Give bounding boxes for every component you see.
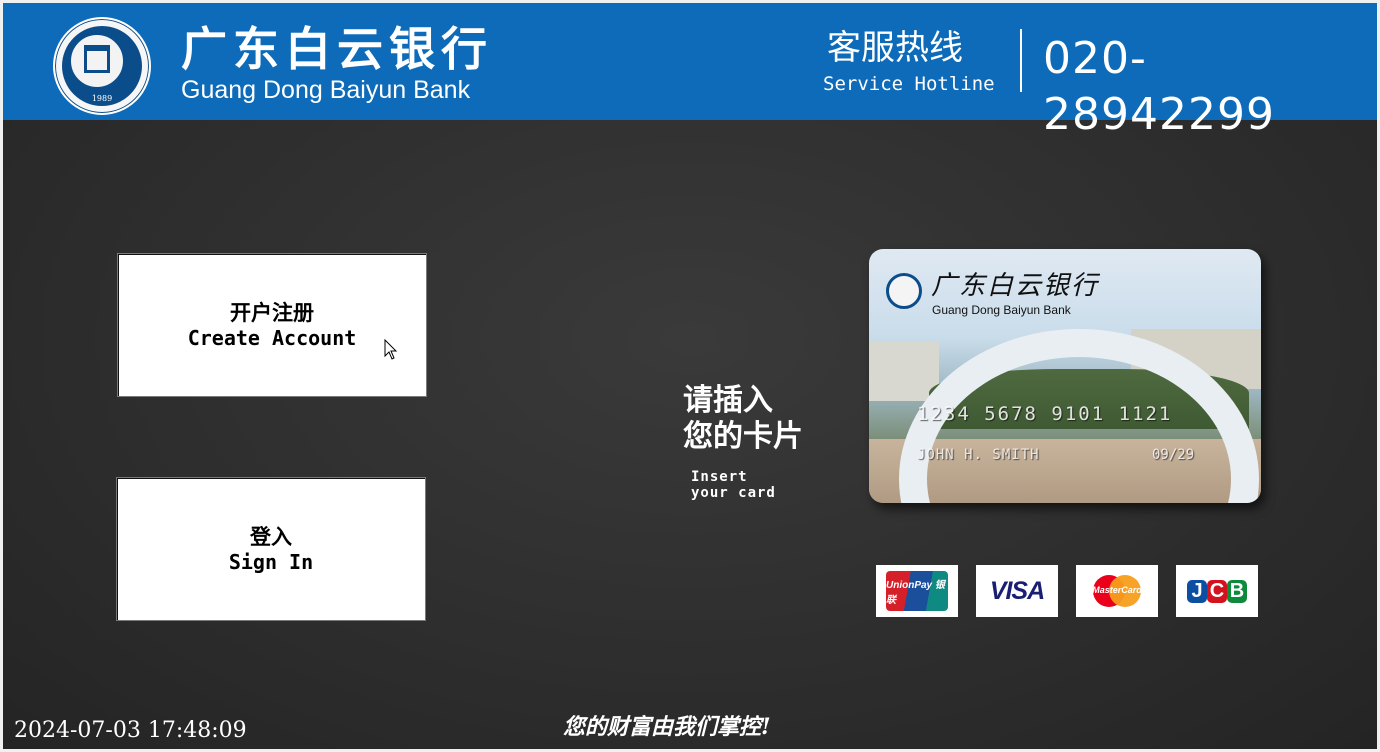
mouse-cursor-icon	[384, 339, 398, 360]
mastercard-logo-icon: MasterCard	[1076, 565, 1158, 617]
insert-card-prompt-cn: 请插入 您的卡片	[683, 383, 803, 455]
hotline-label-en: Service Hotline	[823, 73, 995, 95]
hotline-divider	[1020, 29, 1022, 92]
card-logo-icon	[886, 273, 922, 309]
insert-card-prompt-cn-line2: 您的卡片	[683, 419, 803, 454]
bank-card-image: 广东白云银行 Guang Dong Baiyun Bank 1234 5678 …	[869, 249, 1261, 503]
atm-window: 1989 广东白云银行 Guang Dong Baiyun Bank 客服热线 …	[0, 0, 1380, 752]
jcb-logo-icon: J C B	[1176, 565, 1258, 617]
card-number: 1234 5678 9101 1121	[917, 403, 1173, 425]
card-expiry: 09/29	[1152, 447, 1195, 463]
bank-name-en: Guang Dong Baiyun Bank	[181, 76, 471, 104]
hotline-label-cn: 客服热线	[827, 28, 963, 68]
jcb-mark: J C B	[1187, 573, 1247, 609]
visa-logo-icon: VISA	[976, 565, 1058, 617]
create-account-label-cn: 开户注册	[230, 301, 314, 325]
card-holder: JOHN H. SMITH	[917, 447, 1040, 463]
create-account-label-en: Create Account	[187, 326, 357, 350]
sign-in-label-cn: 登入	[250, 525, 292, 549]
sign-in-button[interactable]: 登入 Sign In	[116, 477, 426, 621]
sign-in-label-en: Sign In	[228, 550, 314, 574]
bank-logo-icon: 1989	[53, 17, 151, 115]
logo-year: 1989	[91, 94, 113, 103]
current-datetime: 2024-07-03 17:48:09	[14, 718, 247, 743]
unionpay-mark: UnionPay 银联	[886, 571, 948, 611]
insert-card-prompt-en-line1: Insert	[691, 469, 748, 485]
visa-mark: VISA	[989, 576, 1045, 605]
mastercard-mark: MasterCard	[1092, 585, 1142, 595]
hotline-number: 020-28942299	[1043, 33, 1275, 140]
insert-card-prompt-cn-line1: 请插入	[683, 383, 773, 418]
slogan: 您的财富由我们掌控!	[563, 714, 771, 740]
card-bank-name-cn: 广东白云银行	[931, 271, 1100, 301]
unionpay-logo-icon: UnionPay 银联	[876, 565, 958, 617]
insert-card-prompt-en-line2: your card	[691, 485, 776, 501]
create-account-button[interactable]: 开户注册 Create Account	[117, 253, 427, 397]
card-bank-name-en: Guang Dong Baiyun Bank	[932, 303, 1071, 317]
insert-card-prompt-en: Insert your card	[691, 469, 776, 501]
header-bar: 1989 广东白云银行 Guang Dong Baiyun Bank 客服热线 …	[3, 3, 1377, 140]
bank-name-cn: 广东白云银行	[181, 22, 493, 76]
